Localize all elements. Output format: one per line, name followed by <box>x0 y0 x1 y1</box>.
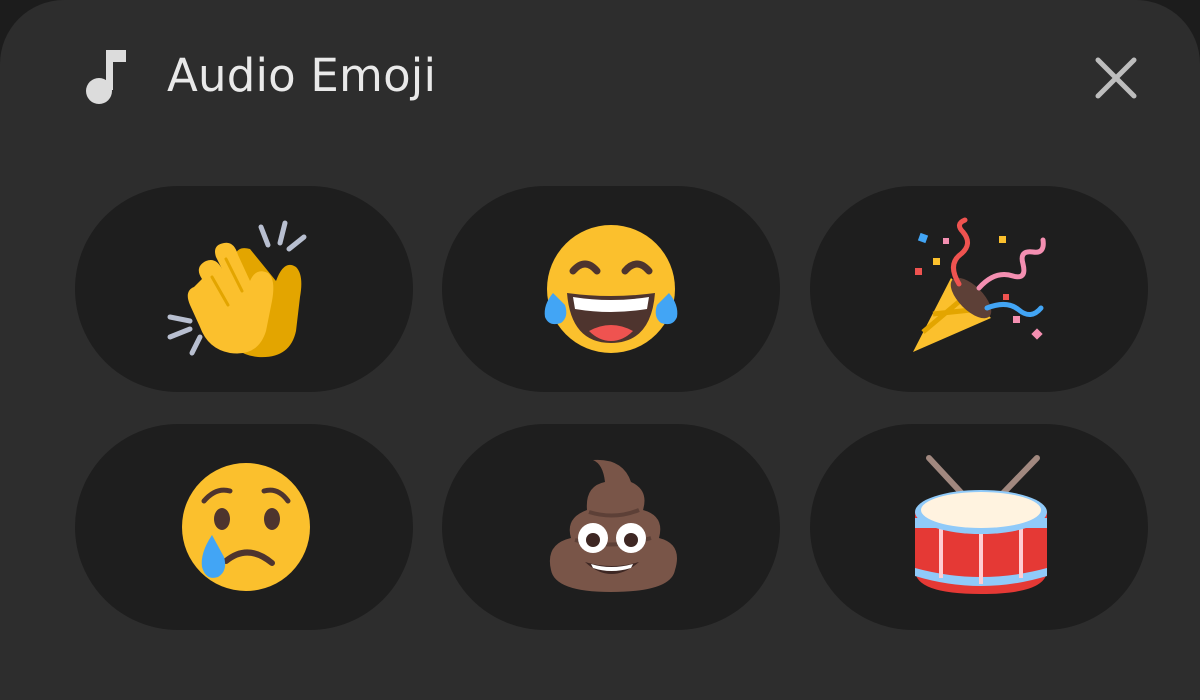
emoji-button-drum[interactable] <box>810 424 1148 630</box>
emoji-button-clapping-hands[interactable] <box>75 186 413 392</box>
drum-emoji-icon <box>915 455 1047 594</box>
clapping-hands-emoji-icon <box>167 220 307 358</box>
party-popper-emoji-icon <box>913 217 1046 352</box>
emoji-grid <box>0 0 1200 651</box>
emoji-button-tears-of-joy[interactable] <box>442 186 780 392</box>
face-with-tears-of-joy-emoji-icon <box>544 225 678 353</box>
emoji-button-crying-face[interactable] <box>75 424 413 630</box>
crying-face-emoji-icon <box>182 463 310 591</box>
emoji-button-party-popper[interactable] <box>810 186 1148 392</box>
emoji-button-pile-of-poo[interactable] <box>442 424 780 630</box>
pile-of-poo-emoji-icon <box>549 459 677 592</box>
